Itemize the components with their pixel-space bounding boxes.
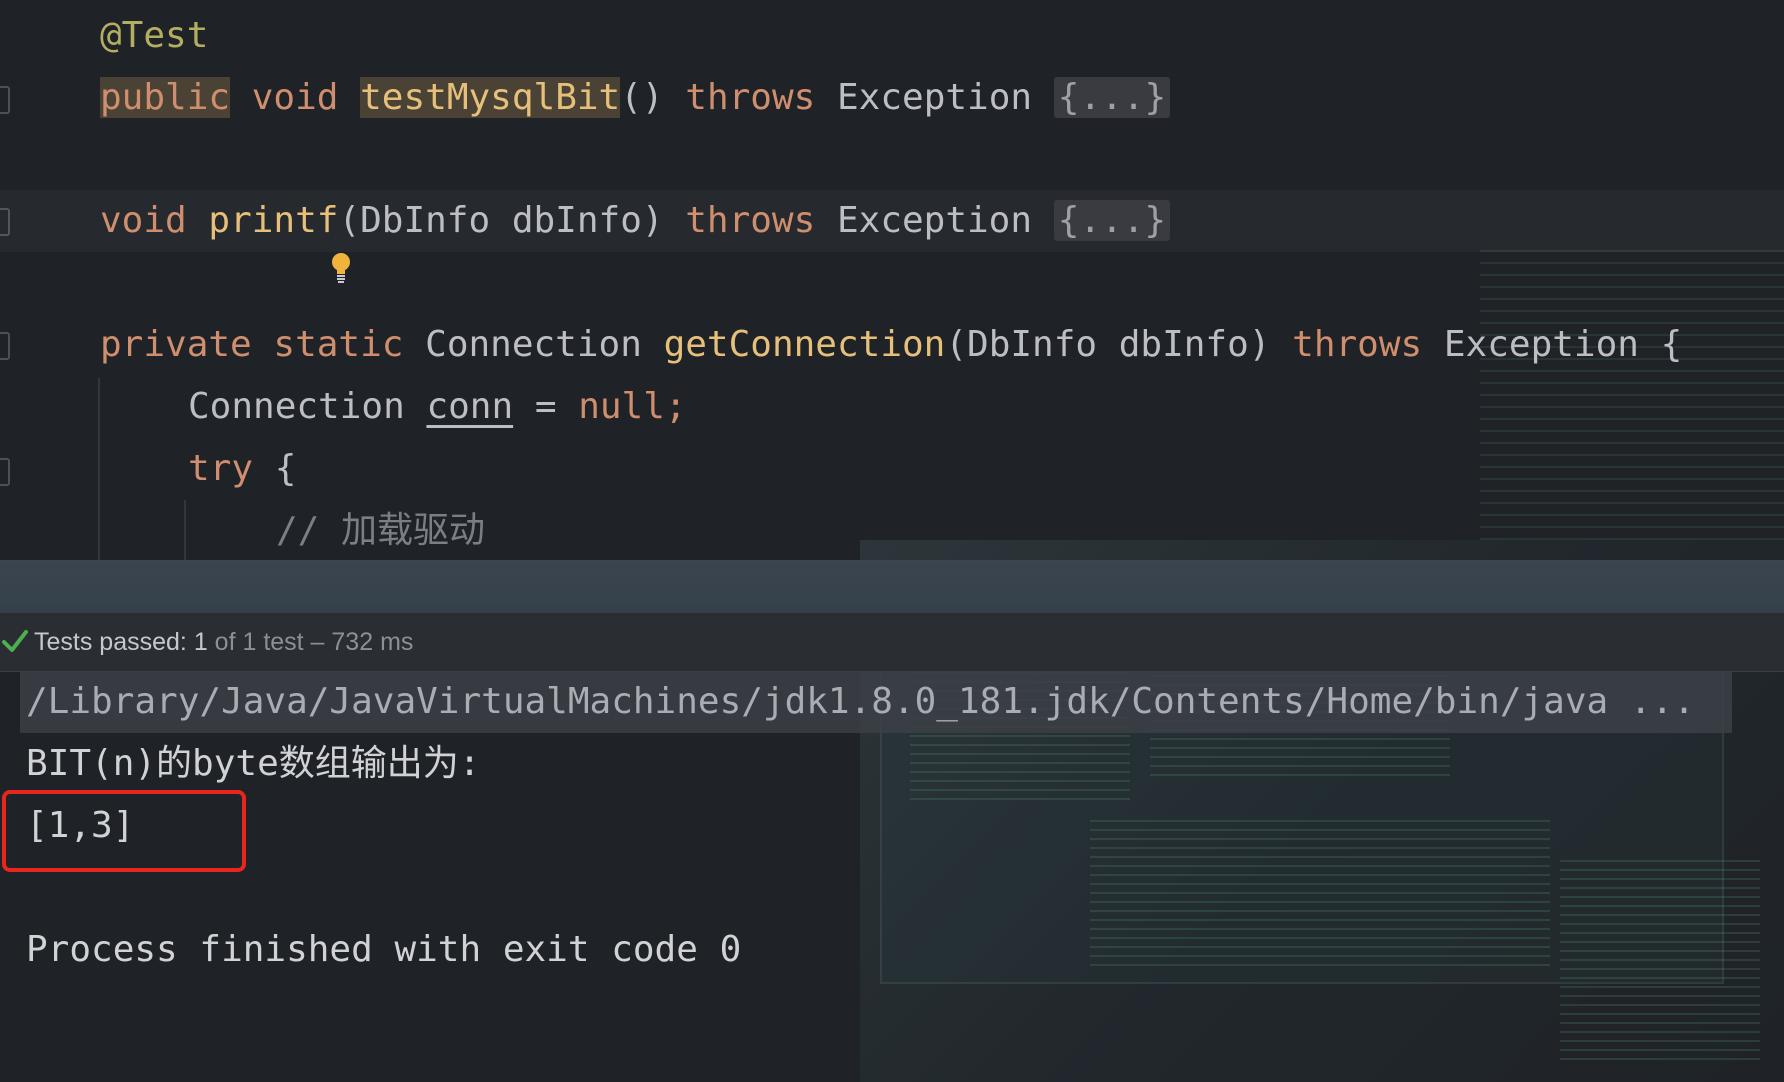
- tests-passed-detail: of 1 test – 732 ms: [214, 628, 414, 656]
- console-command-line[interactable]: /Library/Java/JavaVirtualMachines/jdk1.8…: [20, 671, 1732, 733]
- exception-type: Exception: [1443, 324, 1639, 365]
- checkmark-icon: [2, 630, 28, 652]
- tests-passed-label: Tests passed:: [34, 628, 187, 656]
- method-signature: public void testMysqlBit() throws Except…: [100, 67, 1171, 129]
- code-line[interactable]: try {: [0, 438, 1784, 500]
- statement: Connection conn = null;: [188, 376, 687, 438]
- open-brace: {: [274, 448, 297, 489]
- code-line[interactable]: public void testMysqlBit() throws Except…: [0, 67, 1784, 129]
- tool-window-splitter[interactable]: [0, 560, 1784, 612]
- params: (DbInfo dbInfo): [945, 324, 1271, 365]
- null-literal: null;: [578, 386, 687, 427]
- code-line[interactable]: // 加载驱动: [0, 500, 1784, 562]
- code-line[interactable]: private static Connection getConnection(…: [0, 314, 1784, 376]
- variable-name: conn: [426, 386, 514, 427]
- folded-body[interactable]: {...}: [1053, 77, 1171, 118]
- method-signature: private static Connection getConnection(…: [100, 314, 1682, 376]
- method-signature: void printf(DbInfo dbInfo) throws Except…: [100, 190, 1171, 252]
- type-name: Connection: [188, 386, 405, 427]
- folded-body[interactable]: {...}: [1053, 200, 1171, 241]
- keyword-void: void: [251, 77, 339, 118]
- tests-passed-count: 1: [193, 628, 208, 656]
- console-exit-message: Process finished with exit code 0: [26, 929, 742, 970]
- keyword-throws: throws: [685, 200, 816, 241]
- test-status-text: Tests passed: 1 of 1 test – 732 ms: [34, 613, 413, 671]
- test-status-bar: Tests passed: 1 of 1 test – 732 ms: [0, 612, 1784, 672]
- annotation: @Test: [100, 15, 209, 56]
- method-name: getConnection: [663, 324, 946, 365]
- lightbulb-icon[interactable]: [330, 252, 352, 284]
- console-output[interactable]: /Library/Java/JavaVirtualMachines/jdk1.8…: [0, 671, 1784, 1082]
- exception-type: Exception: [837, 77, 1033, 118]
- code-line-current[interactable]: void printf(DbInfo dbInfo) throws Except…: [0, 190, 1784, 252]
- params: (DbInfo dbInfo): [338, 200, 664, 241]
- code-comment: // 加载驱动: [276, 510, 486, 551]
- code-line[interactable]: Connection conn = null;: [0, 376, 1784, 438]
- params: (): [620, 77, 664, 118]
- exception-type: Exception: [836, 200, 1033, 241]
- keyword-throws: throws: [1292, 324, 1423, 365]
- keyword-void: void: [100, 200, 187, 241]
- code-line[interactable]: @Test: [0, 5, 1784, 67]
- operator: =: [534, 386, 557, 427]
- open-brace: {: [1660, 324, 1683, 365]
- keyword-throws: throws: [685, 77, 816, 118]
- method-name: printf: [208, 200, 339, 241]
- keyword-public: public: [100, 77, 231, 118]
- console-output-label: BIT(n)的byte数组输出为:: [26, 743, 481, 784]
- method-name: testMysqlBit: [360, 77, 621, 118]
- keyword-private: private: [100, 324, 252, 365]
- keyword-try: try: [188, 448, 254, 489]
- keyword-static: static: [273, 324, 404, 365]
- code-editor[interactable]: @Test public void testMysqlBit() throws …: [0, 0, 1784, 560]
- highlight-box: [2, 790, 246, 872]
- statement: try {: [188, 438, 296, 500]
- ide-window: @Test public void testMysqlBit() throws …: [0, 0, 1784, 1082]
- return-type: Connection: [425, 324, 642, 365]
